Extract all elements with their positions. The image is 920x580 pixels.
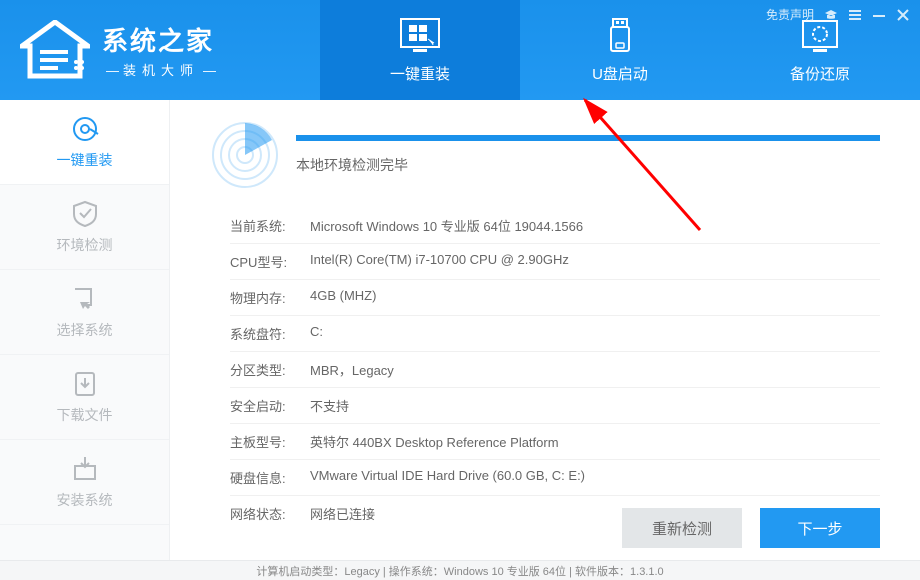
brand-subtitle: 装机大师 — [102, 60, 220, 79]
nav-usb-label: U盘启动 — [592, 63, 648, 84]
nav-backup-label: 备份还原 — [790, 63, 850, 84]
graduation-icon[interactable] — [824, 8, 838, 22]
info-row-secureboot: 安全启动:不支持 — [230, 388, 880, 424]
sidebar-reinstall-label: 一键重装 — [57, 150, 113, 170]
brand-title: 系统之家 — [102, 21, 220, 58]
status-bar: 计算机启动类型：Legacy | 操作系统：Windows 10 专业版 64位… — [0, 560, 920, 580]
next-button[interactable]: 下一步 — [760, 508, 880, 548]
info-row-disk: 硬盘信息:VMware Virtual IDE Hard Drive (60.0… — [230, 460, 880, 496]
sidebar-download-label: 下载文件 — [57, 405, 113, 425]
select-icon — [70, 284, 100, 314]
sidebar-item-selectsys[interactable]: 选择系统 — [0, 270, 169, 355]
progress-bar — [296, 135, 880, 141]
sidebar-selectsys-label: 选择系统 — [57, 320, 113, 340]
shield-icon — [70, 199, 100, 229]
status-text: 计算机启动类型：Legacy | 操作系统：Windows 10 专业版 64位… — [256, 563, 663, 579]
disclaimer-link[interactable]: 免责声明 — [766, 6, 814, 23]
nav-reinstall[interactable]: 一键重装 — [320, 0, 520, 100]
sidebar-item-reinstall[interactable]: 一键重装 — [0, 100, 169, 185]
close-icon[interactable] — [896, 8, 910, 22]
sidebar-item-download[interactable]: 下载文件 — [0, 355, 169, 440]
radar-icon — [210, 120, 280, 190]
logo-area: 系统之家 装机大师 — [0, 0, 320, 100]
info-row-cpu: CPU型号:Intel(R) Core(TM) i7-10700 CPU @ 2… — [230, 244, 880, 280]
house-logo-icon — [20, 20, 90, 80]
info-row-ram: 物理内存:4GB (MHZ) — [230, 280, 880, 316]
install-icon — [70, 454, 100, 484]
info-row-os: 当前系统:Microsoft Windows 10 专业版 64位 19044.… — [230, 208, 880, 244]
sidebar-envcheck-label: 环境检测 — [57, 235, 113, 255]
info-table: 当前系统:Microsoft Windows 10 专业版 64位 19044.… — [230, 208, 880, 531]
windows-icon — [399, 17, 441, 55]
info-row-partition: 分区类型:MBR，Legacy — [230, 352, 880, 388]
scan-status: 本地环境检测完毕 — [296, 155, 880, 175]
sidebar: 一键重装 环境检测 选择系统 下载文件 安装系统 — [0, 100, 170, 560]
recheck-button[interactable]: 重新检测 — [622, 508, 742, 548]
target-icon — [70, 114, 100, 144]
info-row-mobo: 主板型号:英特尔 440BX Desktop Reference Platfor… — [230, 424, 880, 460]
header: 系统之家 装机大师 一键重装 U盘启动 备份还原 免责声明 — [0, 0, 920, 100]
title-controls: 免责声明 — [766, 6, 910, 23]
usb-icon — [599, 17, 641, 55]
sidebar-item-envcheck[interactable]: 环境检测 — [0, 185, 169, 270]
info-row-sysdrive: 系统盘符:C: — [230, 316, 880, 352]
sidebar-install-label: 安装系统 — [57, 490, 113, 510]
nav-reinstall-label: 一键重装 — [390, 63, 450, 84]
sidebar-item-install[interactable]: 安装系统 — [0, 440, 169, 525]
download-icon — [70, 369, 100, 399]
main-panel: 本地环境检测完毕 当前系统:Microsoft Windows 10 专业版 6… — [170, 100, 920, 560]
menu-icon[interactable] — [848, 8, 862, 22]
nav-usb[interactable]: U盘启动 — [520, 0, 720, 100]
minimize-icon[interactable] — [872, 8, 886, 22]
